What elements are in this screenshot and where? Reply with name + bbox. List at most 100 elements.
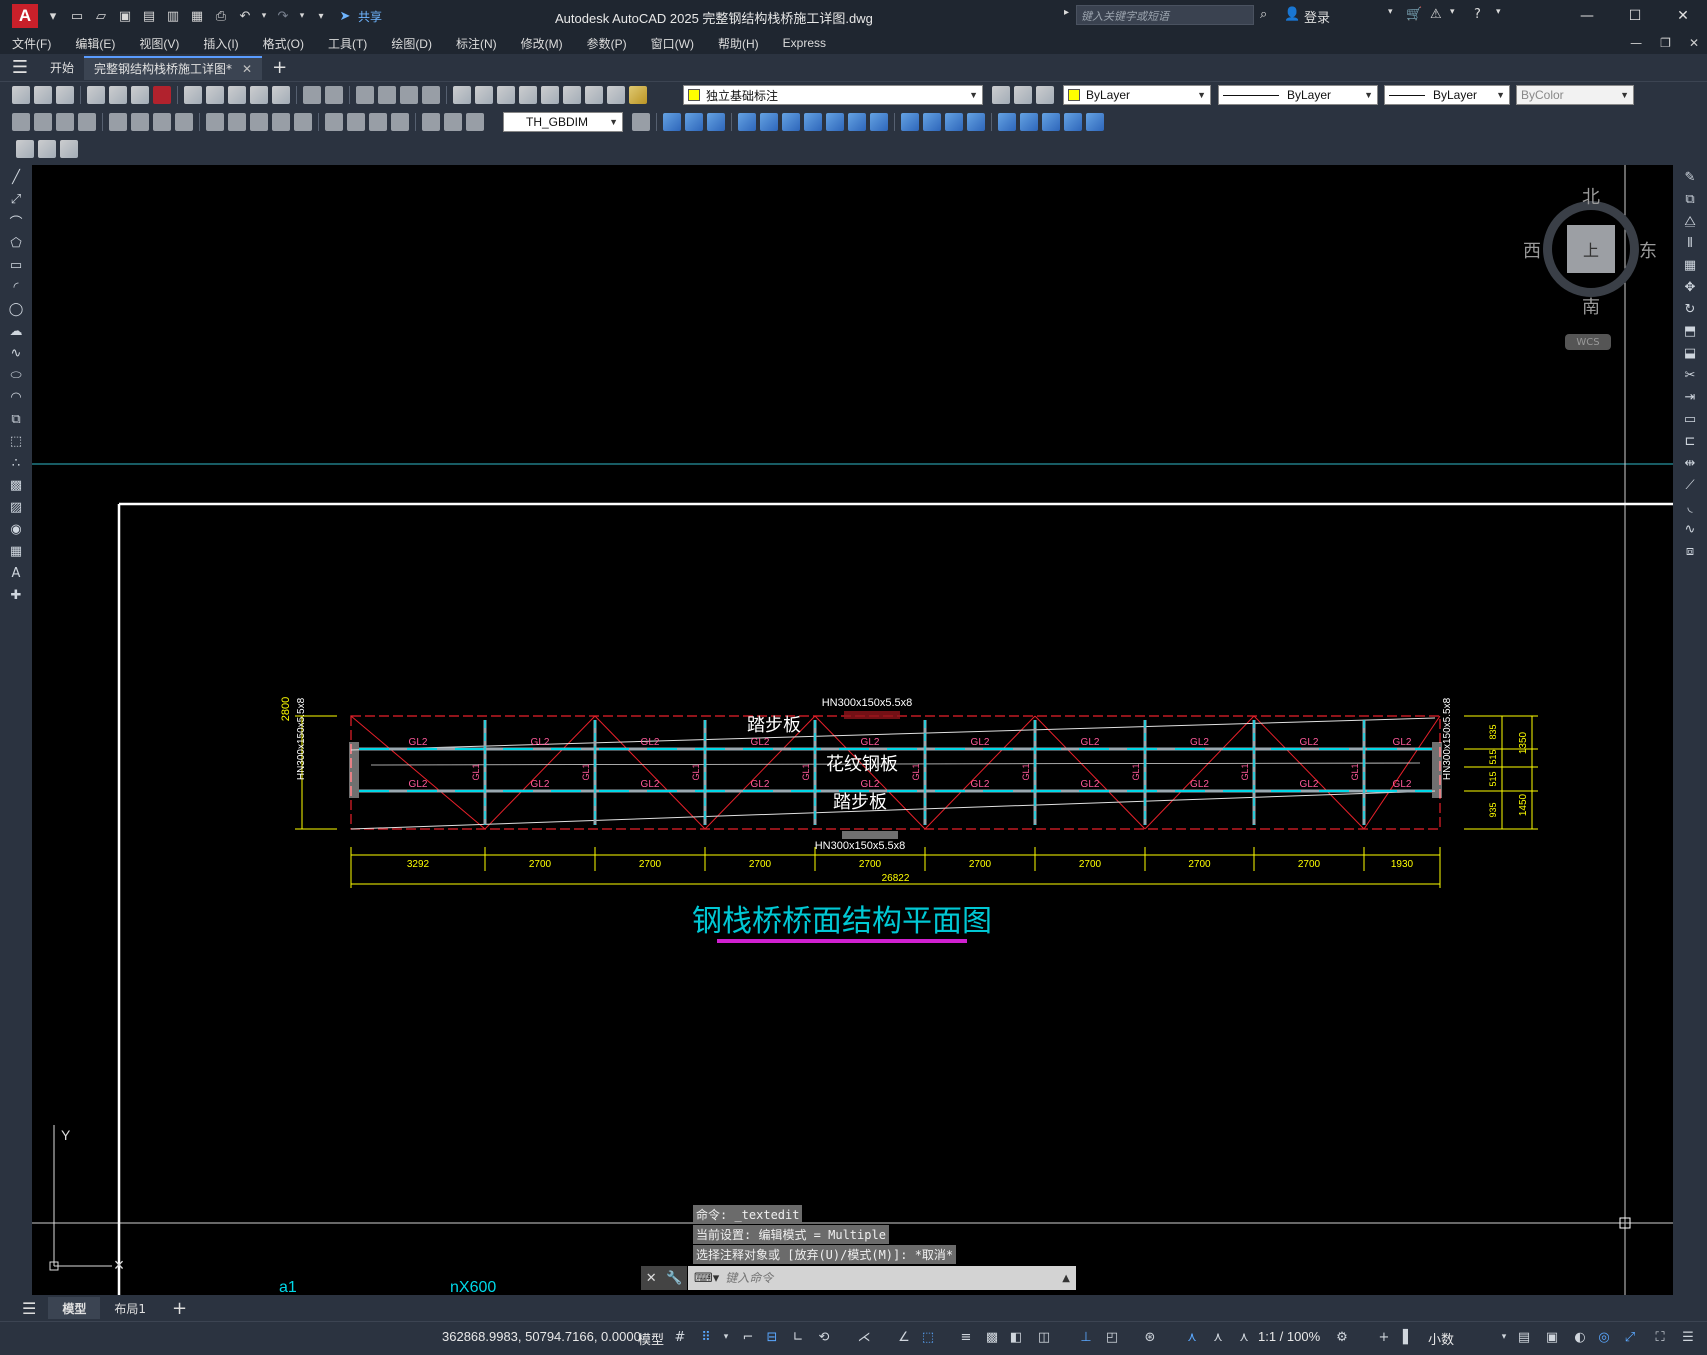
- customize-status-icon[interactable]: ☰: [1680, 1329, 1696, 1345]
- menu-modify[interactable]: 修改(M): [509, 35, 575, 52]
- menu-dimension[interactable]: 标注(N): [444, 35, 509, 52]
- rotate-3d-icon[interactable]: [782, 113, 800, 131]
- 3d-osnap-icon[interactable]: ◫: [1036, 1329, 1052, 1345]
- right-dim-text-outer[interactable]: 1350: [1518, 731, 1529, 754]
- publish-icon[interactable]: [131, 86, 149, 104]
- command-history-arrow-icon[interactable]: ▲: [1062, 1273, 1070, 1284]
- left-dim-2800[interactable]: 2800: [280, 697, 292, 721]
- properties-icon[interactable]: [453, 86, 471, 104]
- layout-menu-icon[interactable]: ☰: [10, 1299, 48, 1318]
- shell-icon[interactable]: [848, 113, 866, 131]
- scale-icon[interactable]: ⬒: [1680, 321, 1700, 341]
- move-3d-icon[interactable]: [760, 113, 778, 131]
- menu-express[interactable]: Express: [771, 36, 838, 50]
- model-space-button[interactable]: 模型: [638, 1329, 664, 1348]
- maximize-icon[interactable]: ☐: [1611, 0, 1659, 32]
- insert-block-icon[interactable]: ⧉: [6, 409, 26, 429]
- gl2-label[interactable]: GL2: [1393, 737, 1412, 748]
- polygon-icon[interactable]: ⬠: [6, 233, 26, 253]
- units-value[interactable]: 小数: [1428, 1329, 1454, 1348]
- dim-space-icon[interactable]: [272, 113, 290, 131]
- gl2-label[interactable]: GL2: [861, 779, 880, 790]
- make-block-icon[interactable]: ⬚: [6, 431, 26, 451]
- structural-plan[interactable]: GL2 GL2 GL2 GL2 GL2 GL2 GL2 GL2 GL2 GL2 GL2 GL2 GL2 G…: [295, 711, 1538, 888]
- multiline-text-icon[interactable]: A: [6, 563, 26, 583]
- customize-wrench-icon[interactable]: 🔧: [666, 1271, 682, 1286]
- copy-icon[interactable]: [206, 86, 224, 104]
- tab-start[interactable]: 开始: [40, 56, 84, 80]
- view-iso-icon[interactable]: [1042, 113, 1060, 131]
- gl1-label[interactable]: GL1: [581, 763, 591, 780]
- print-icon[interactable]: ⎙: [212, 7, 230, 25]
- linear-dim-icon[interactable]: [12, 113, 30, 131]
- bottom-label-nx600[interactable]: nX600: [450, 1279, 496, 1295]
- calculator-icon[interactable]: [563, 86, 581, 104]
- break-at-point-icon[interactable]: ▭: [1680, 409, 1700, 429]
- gl2-label[interactable]: GL2: [1190, 737, 1209, 748]
- tread-plate-label-bottom[interactable]: 踏步板: [833, 792, 887, 813]
- view-front-icon[interactable]: [1020, 113, 1038, 131]
- interfere-icon[interactable]: [826, 113, 844, 131]
- gl1-label[interactable]: GL1: [1240, 763, 1250, 780]
- gl2-label[interactable]: GL2: [409, 779, 428, 790]
- render-icon[interactable]: [901, 113, 919, 131]
- gl2-label[interactable]: GL2: [531, 737, 550, 748]
- layer-on-bulb-icon[interactable]: [629, 86, 647, 104]
- explode-icon[interactable]: ⧈: [1680, 541, 1700, 561]
- right-dim-text[interactable]: 515: [1488, 749, 1498, 764]
- redo-icon[interactable]: ↷: [274, 7, 292, 25]
- gl1-label[interactable]: GL1: [691, 763, 701, 780]
- compass-north[interactable]: 北: [1582, 183, 1600, 209]
- beam-label-bottom[interactable]: HN300x150x5.5x8: [815, 840, 906, 852]
- selection-filter-icon[interactable]: ◰: [1104, 1329, 1120, 1345]
- brace-diagonal[interactable]: [1034, 715, 1146, 830]
- gl2-label[interactable]: GL2: [971, 737, 990, 748]
- gl2-label[interactable]: GL2: [409, 737, 428, 748]
- materials-icon[interactable]: [923, 113, 941, 131]
- dim-update-icon[interactable]: [466, 113, 484, 131]
- hatch-icon[interactable]: ▩: [6, 475, 26, 495]
- subtract-icon[interactable]: [707, 113, 725, 131]
- tab-layout1[interactable]: 布局1: [100, 1297, 160, 1319]
- tab-model[interactable]: 模型: [48, 1297, 101, 1319]
- annotation-scale-value[interactable]: 1:1 / 100%: [1258, 1329, 1320, 1344]
- viewcube-face[interactable]: 上: [1567, 225, 1615, 273]
- annotation-scale-icon[interactable]: ⋏: [1236, 1329, 1252, 1345]
- autodesk-account-icon[interactable]: ⚠: [1430, 7, 1442, 22]
- drawing-svg[interactable]: GL2 GL2 GL2 GL2 GL2 GL2 GL2 GL2 GL2 GL2 GL2 GL2 GL2 G…: [32, 165, 1673, 1295]
- compass-south[interactable]: 南: [1582, 293, 1600, 319]
- redo-icon[interactable]: [325, 86, 343, 104]
- open-icon[interactable]: [34, 86, 52, 104]
- gradient-icon[interactable]: ▨: [6, 497, 26, 517]
- gl2-label[interactable]: GL2: [1190, 779, 1209, 790]
- checker-plate-label[interactable]: 花纹钢板: [826, 754, 898, 775]
- zoom-realtime-icon[interactable]: [378, 86, 396, 104]
- pan-icon[interactable]: [356, 86, 374, 104]
- menu-hamburger-icon[interactable]: ☰: [0, 54, 40, 82]
- auto-scale-icon[interactable]: ⋏: [1210, 1329, 1226, 1345]
- brace-diagonal[interactable]: [1253, 715, 1365, 830]
- undo-icon[interactable]: [303, 86, 321, 104]
- ortho-icon[interactable]: ∟: [790, 1329, 806, 1345]
- right-dim-text[interactable]: 835: [1488, 724, 1498, 739]
- plotstyle-dropdown[interactable]: ByColor ▼: [1516, 85, 1634, 105]
- bottom-dim-text[interactable]: 2700: [529, 859, 552, 870]
- quick-dim-icon[interactable]: [206, 113, 224, 131]
- dim-break-icon[interactable]: [294, 113, 312, 131]
- drawing-title[interactable]: 钢栈桥桥面结构平面图: [692, 904, 992, 939]
- gl1-label[interactable]: GL1: [911, 763, 921, 780]
- save-icon[interactable]: [56, 86, 74, 104]
- command-prompt-icon[interactable]: ⌨▾: [694, 1271, 719, 1286]
- help-dropdown-icon[interactable]: ▾: [1496, 7, 1501, 17]
- dynamic-ucs-icon[interactable]: ⊥: [1078, 1329, 1094, 1345]
- union-icon[interactable]: [685, 113, 703, 131]
- arc-length-icon[interactable]: [56, 113, 74, 131]
- bottom-dim-text[interactable]: 2700: [749, 859, 772, 870]
- add-selected-icon[interactable]: ✚: [6, 585, 26, 605]
- blend-icon[interactable]: ∿: [1680, 519, 1700, 539]
- open-web-icon[interactable]: ▥: [164, 7, 182, 25]
- diameter-dim-icon[interactable]: [153, 113, 171, 131]
- graphics-performance-icon[interactable]: ◎: [1596, 1329, 1612, 1345]
- bottom-dim-text[interactable]: 2700: [1188, 859, 1211, 870]
- gl2-label[interactable]: GL2: [971, 779, 990, 790]
